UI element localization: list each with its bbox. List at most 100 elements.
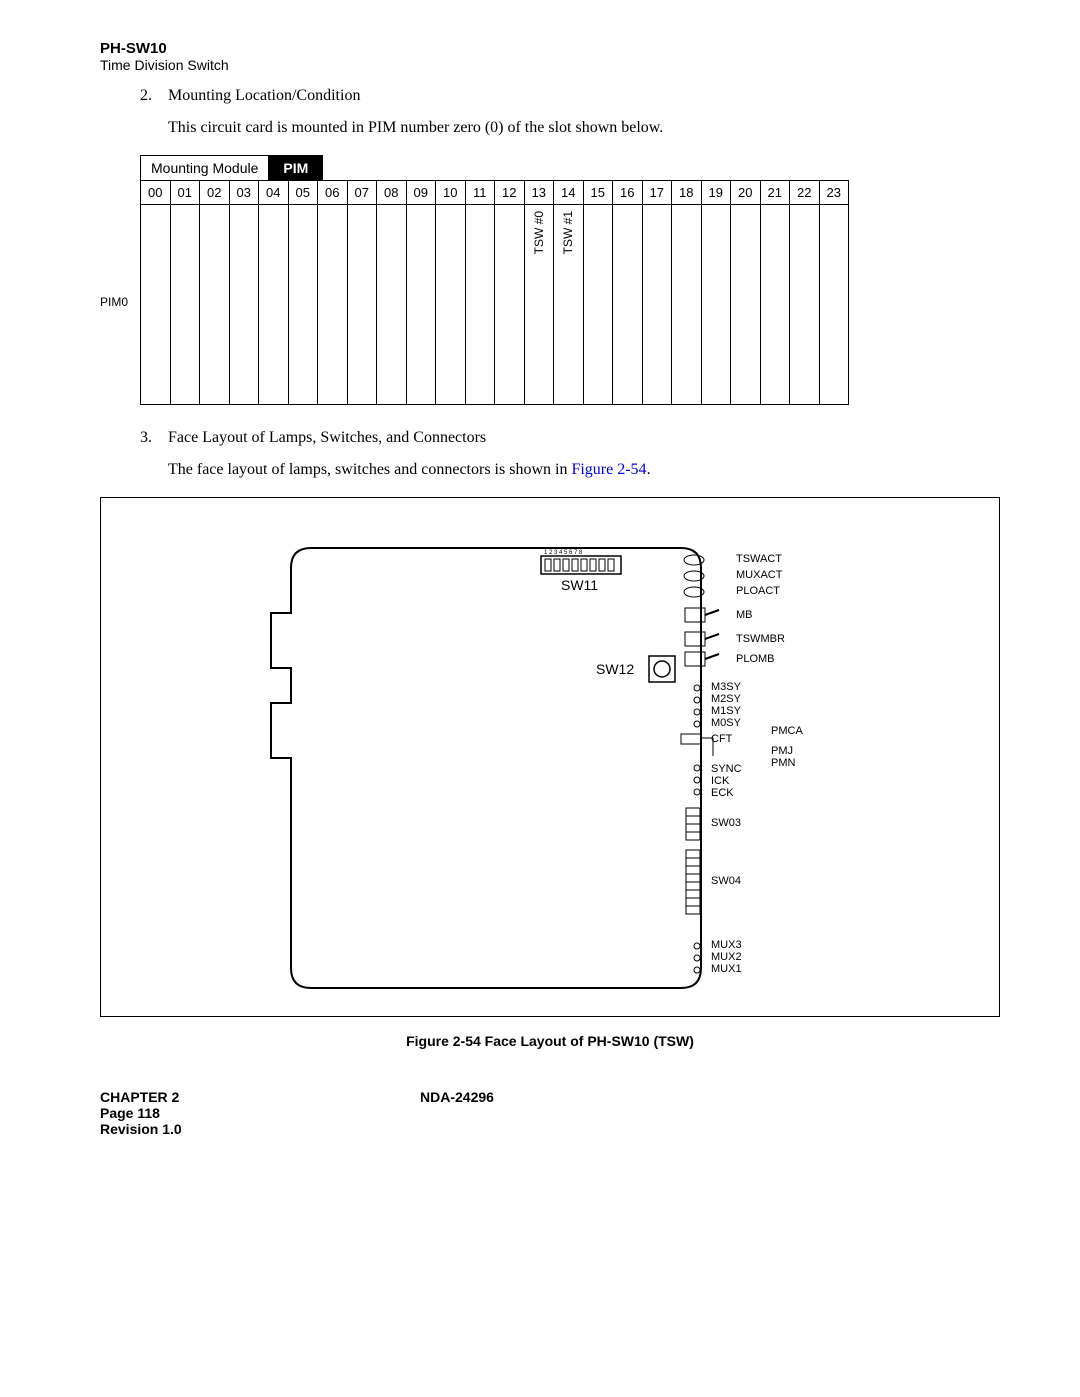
section-3-para: The face layout of lamps, switches and c… (168, 461, 1000, 479)
para-text-a: The face layout of lamps, switches and c… (168, 461, 571, 478)
mounting-label: Mounting Module (140, 155, 269, 181)
slot-cell (701, 205, 731, 405)
slot-cell (642, 205, 672, 405)
lbl-m1sy: M1SY (711, 705, 742, 717)
slot-hdr: 19 (701, 181, 731, 205)
mounting-header: Mounting Module PIM (140, 155, 323, 181)
lbl-cft: CFT (711, 733, 733, 745)
slot-cell (672, 205, 702, 405)
slot-header-row: 00 01 02 03 04 05 06 07 08 09 10 11 12 1… (141, 181, 849, 205)
slot-cell (288, 205, 318, 405)
slot-hdr: 20 (731, 181, 761, 205)
pim0-side-label: PIM0 (100, 295, 128, 309)
card-code: PH-SW10 (100, 40, 1000, 57)
slot-hdr: 04 (259, 181, 289, 205)
mounting-module-diagram: Mounting Module PIM 00 01 02 03 04 05 06… (100, 155, 1000, 405)
slot-cell (141, 205, 171, 405)
tsw0-label: TSW #0 (532, 211, 546, 254)
lbl-mux1: MUX1 (711, 963, 742, 975)
lbl-m0sy: M0SY (711, 717, 742, 729)
slot-cell (377, 205, 407, 405)
slot-cell (406, 205, 436, 405)
lbl-ick: ICK (711, 775, 730, 787)
slot-table: 00 01 02 03 04 05 06 07 08 09 10 11 12 1… (140, 180, 849, 405)
slot-hdr: 17 (642, 181, 672, 205)
slot-hdr: 05 (288, 181, 318, 205)
slot-hdr: 22 (790, 181, 820, 205)
lbl-pmj: PMJ (771, 745, 793, 757)
slot-hdr: 11 (465, 181, 495, 205)
lbl-m2sy: M2SY (711, 693, 742, 705)
slot-cell (465, 205, 495, 405)
slot-hdr: 21 (760, 181, 790, 205)
footer-revision: Revision 1.0 (100, 1121, 420, 1137)
slot-cell-tsw1: TSW #1 (554, 205, 584, 405)
slot-hdr: 02 (200, 181, 230, 205)
section-number: 2. (140, 87, 168, 105)
sw12-label: SW12 (596, 661, 634, 677)
footer-docnum: NDA-24296 (420, 1089, 494, 1137)
slot-hdr: 08 (377, 181, 407, 205)
figure-caption: Figure 2-54 Face Layout of PH-SW10 (TSW) (100, 1033, 1000, 1049)
dip-numbers: 1 2 3 4 5 6 7 8 (544, 550, 583, 556)
sw11-label: SW11 (561, 577, 598, 593)
card-subtitle: Time Division Switch (100, 57, 1000, 73)
lbl-ploact: PLOACT (736, 585, 780, 597)
slot-body-row: TSW #0 TSW #1 (141, 205, 849, 405)
slot-cell (200, 205, 230, 405)
slot-hdr: 16 (613, 181, 643, 205)
lbl-eck: ECK (711, 787, 734, 799)
slot-cell (613, 205, 643, 405)
slot-cell (583, 205, 613, 405)
slot-hdr: 00 (141, 181, 171, 205)
page-footer: CHAPTER 2 Page 118 Revision 1.0 NDA-2429… (100, 1089, 1000, 1137)
slot-cell (259, 205, 289, 405)
lbl-sw03: SW03 (711, 817, 741, 829)
slot-cell (347, 205, 377, 405)
tsw1-label: TSW #1 (561, 211, 575, 254)
section-2-para: This circuit card is mounted in PIM numb… (168, 119, 1000, 137)
lbl-mux2: MUX2 (711, 951, 742, 963)
slot-cell (229, 205, 259, 405)
slot-hdr: 10 (436, 181, 466, 205)
lbl-mb: MB (736, 609, 753, 621)
slot-cell (495, 205, 525, 405)
slot-cell (318, 205, 348, 405)
slot-cell (436, 205, 466, 405)
lbl-mux3: MUX3 (711, 939, 742, 951)
slot-hdr: 18 (672, 181, 702, 205)
slot-cell (760, 205, 790, 405)
board-svg: 1 2 3 4 5 6 7 8 SW11 SW12 (141, 528, 921, 998)
slot-hdr: 14 (554, 181, 584, 205)
lbl-plomb: PLOMB (736, 653, 775, 665)
section-title: Mounting Location/Condition (168, 87, 1000, 105)
slot-hdr: 23 (819, 181, 849, 205)
lbl-sw04: SW04 (711, 875, 741, 887)
slot-cell (790, 205, 820, 405)
pim-badge: PIM (269, 155, 323, 181)
slot-hdr: 13 (524, 181, 554, 205)
footer-chapter: CHAPTER 2 (100, 1089, 420, 1105)
lbl-m3sy: M3SY (711, 681, 742, 693)
lbl-muxact: MUXACT (736, 569, 783, 581)
section-2-heading: 2. Mounting Location/Condition (140, 87, 1000, 105)
slot-cell (819, 205, 849, 405)
figure-link[interactable]: Figure 2-54 (571, 461, 646, 478)
slot-hdr: 07 (347, 181, 377, 205)
para-text-b: . (647, 461, 651, 478)
figure-2-54: 1 2 3 4 5 6 7 8 SW11 SW12 (100, 497, 1000, 1017)
lbl-pmca: PMCA (771, 725, 803, 737)
page-header: PH-SW10 Time Division Switch (100, 40, 1000, 73)
slot-hdr: 12 (495, 181, 525, 205)
slot-hdr: 03 (229, 181, 259, 205)
slot-cell (170, 205, 200, 405)
slot-hdr: 06 (318, 181, 348, 205)
slot-hdr: 01 (170, 181, 200, 205)
slot-hdr: 15 (583, 181, 613, 205)
section-3-heading: 3. Face Layout of Lamps, Switches, and C… (140, 429, 1000, 447)
lbl-sync: SYNC (711, 763, 742, 775)
lbl-tswmbr: TSWMBR (736, 633, 785, 645)
lbl-tswact: TSWACT (736, 553, 782, 565)
section-title: Face Layout of Lamps, Switches, and Conn… (168, 429, 1000, 447)
slot-cell (731, 205, 761, 405)
